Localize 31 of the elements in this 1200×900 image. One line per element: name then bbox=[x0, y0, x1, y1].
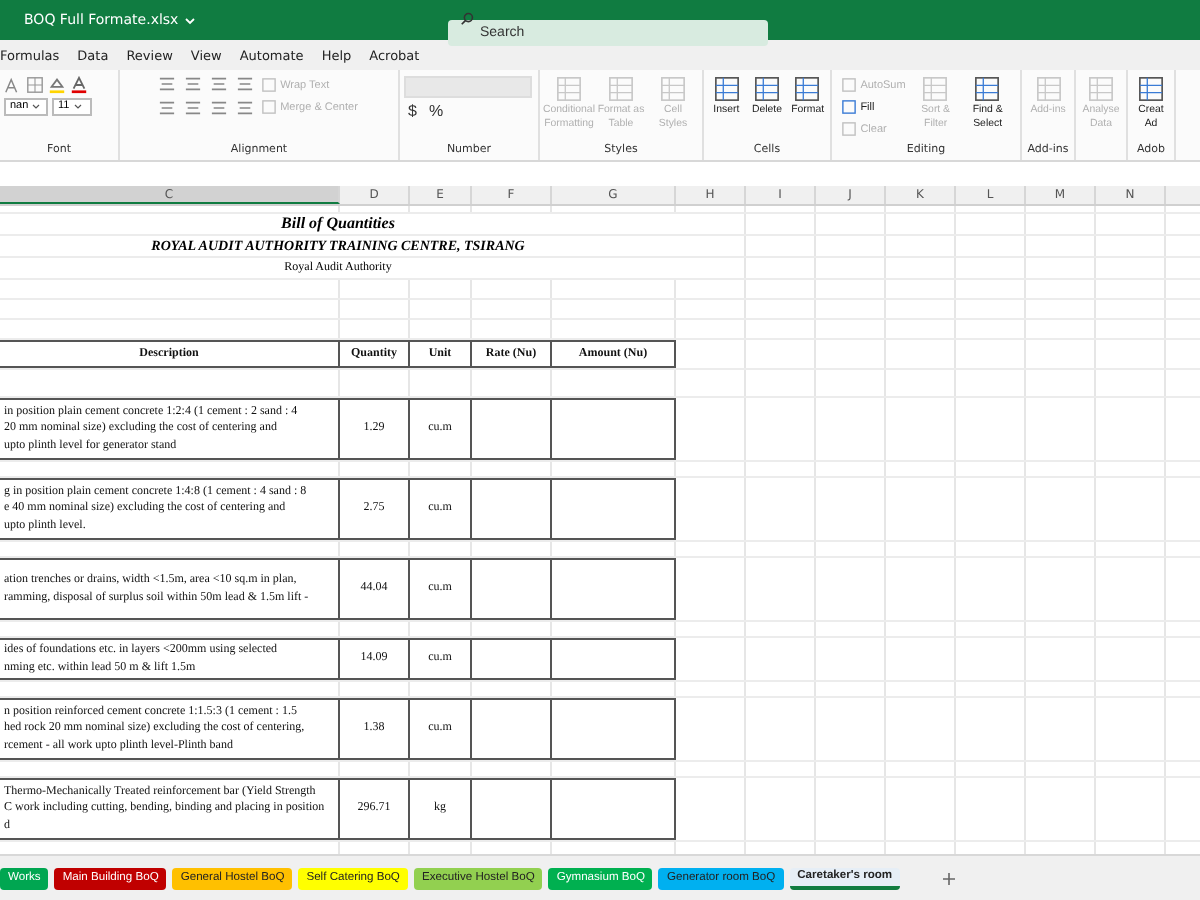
align-right-icon[interactable] bbox=[210, 100, 229, 116]
number-format-button[interactable]: $ bbox=[404, 102, 421, 120]
orientation-icon[interactable] bbox=[236, 76, 255, 92]
rate-cell bbox=[472, 778, 552, 840]
indent-icon[interactable] bbox=[236, 100, 255, 116]
align-bottom-icon[interactable] bbox=[210, 76, 229, 92]
align-top-icon[interactable] bbox=[158, 76, 177, 92]
amount-cell bbox=[552, 778, 676, 840]
rate-cell bbox=[472, 698, 552, 760]
caret-icon bbox=[73, 104, 82, 110]
rate-cell bbox=[472, 478, 552, 540]
grow-font-icon[interactable] bbox=[4, 76, 22, 94]
rate-cell bbox=[472, 638, 552, 680]
font-color-icon[interactable] bbox=[70, 76, 88, 94]
rate-cell bbox=[472, 558, 552, 620]
amount-cell bbox=[552, 478, 676, 540]
amount-cell bbox=[552, 638, 676, 680]
amount-cell bbox=[552, 698, 676, 760]
search-icon bbox=[460, 12, 474, 26]
fill-color-icon[interactable] bbox=[48, 76, 66, 94]
caret-icon bbox=[32, 104, 41, 110]
rate-cell bbox=[472, 398, 552, 460]
borders-icon[interactable] bbox=[26, 76, 44, 94]
align-left-icon[interactable] bbox=[158, 100, 177, 116]
number-format-button[interactable]: % bbox=[424, 102, 448, 120]
align-center-icon[interactable] bbox=[184, 100, 203, 116]
amount-cell bbox=[552, 398, 676, 460]
chevron-icon[interactable] bbox=[184, 15, 197, 25]
amount-cell bbox=[552, 558, 676, 620]
add-sheet-icon[interactable] bbox=[942, 871, 957, 885]
align-middle-icon[interactable] bbox=[184, 76, 203, 92]
